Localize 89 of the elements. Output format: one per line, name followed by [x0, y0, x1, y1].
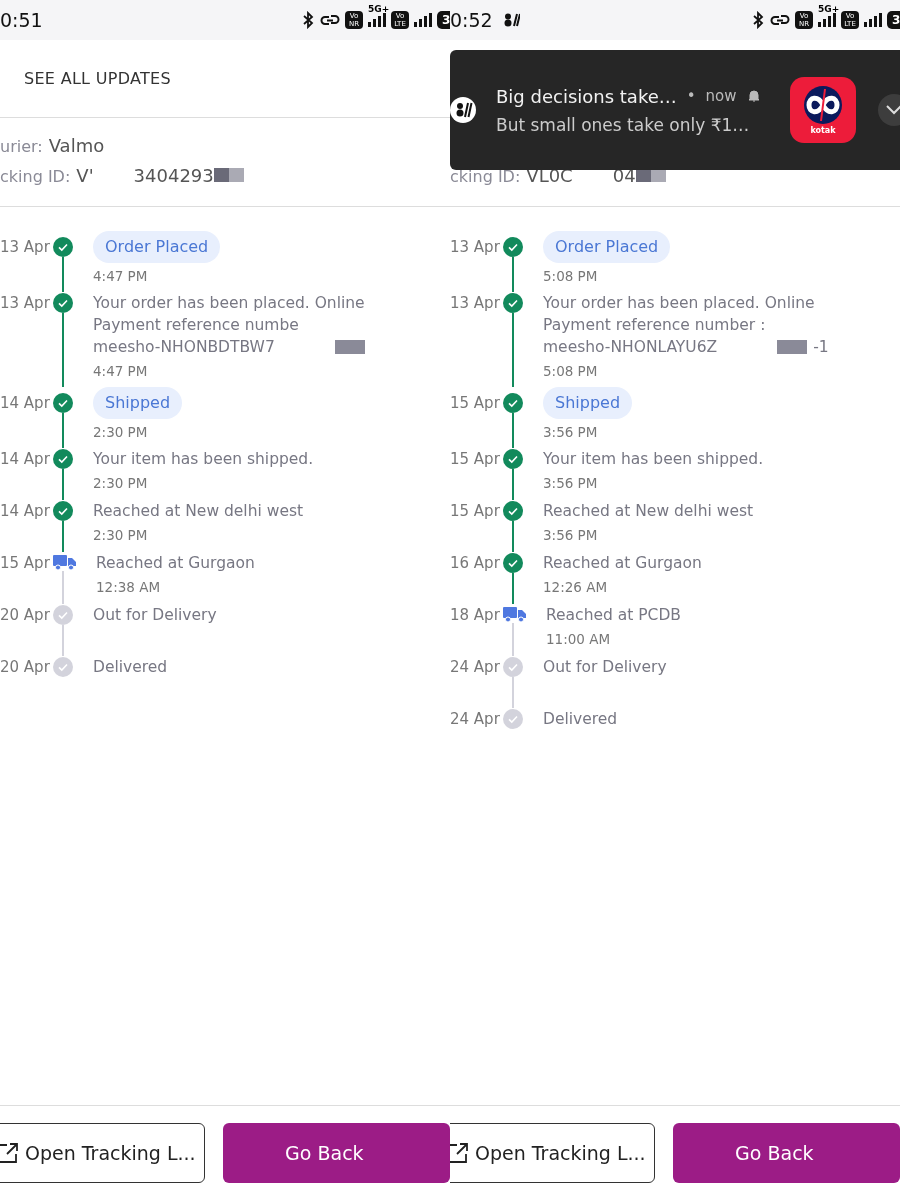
go-back-button[interactable]: Go Back	[672, 1123, 900, 1183]
event-time: 11:00 AM	[546, 630, 611, 649]
signal-icon	[818, 13, 836, 27]
event-time: 2:30 PM	[93, 474, 148, 493]
event-date: 18 Apr	[450, 605, 500, 626]
signal-icon	[368, 13, 386, 27]
event-time: 5:08 PM	[543, 362, 598, 381]
event-title: Reached at Gurgaon	[543, 553, 702, 574]
status-chip: Shipped	[93, 387, 183, 419]
event-time: 12:26 AM	[543, 578, 608, 597]
bluetooth-icon	[301, 11, 315, 29]
courier-label: urier:	[0, 137, 43, 156]
event-time: 4:47 PM	[93, 267, 148, 286]
event-date: 13 Apr	[0, 237, 50, 258]
tracking-id-label: cking ID:	[450, 167, 521, 186]
event-date: 13 Apr	[450, 293, 500, 314]
notification-title: Big decisions take…	[496, 85, 677, 107]
chevron-down-icon	[886, 105, 900, 115]
signal-icon	[864, 13, 882, 27]
event-time: 3:56 PM	[543, 423, 598, 442]
tracking-id-value: V'	[76, 165, 94, 186]
event-time: 3:56 PM	[543, 474, 598, 493]
event-title: Reached at New delhi west	[93, 501, 304, 522]
separator-dot: •	[686, 87, 696, 105]
event-time: 12:38 AM	[96, 578, 161, 597]
link-icon	[320, 13, 340, 27]
event-title: Reached at New delhi west	[543, 501, 754, 522]
status-chip: Order Placed	[93, 231, 221, 263]
go-back-button[interactable]: Go Back	[222, 1123, 450, 1183]
event-time: 2:30 PM	[93, 423, 148, 442]
tracking-id-value: 3404293	[133, 165, 214, 186]
event-title: Out for Delivery	[543, 657, 667, 678]
event-date: 15 Apr	[450, 449, 500, 470]
event-time: 2:30 PM	[93, 526, 148, 545]
status-time: 0:52	[450, 9, 493, 31]
event-title: Delivered	[543, 709, 618, 730]
redaction-block	[777, 340, 808, 354]
event-title: Your item has been shipped.	[93, 449, 314, 470]
event-time: 4:47 PM	[93, 362, 148, 381]
battery-indicator: 3	[887, 11, 900, 29]
payment-reference: meesho-NHONLAYU6Z	[543, 337, 718, 358]
event-date: 15 Apr	[450, 501, 500, 522]
event-date: 20 Apr	[0, 657, 50, 678]
event-title: Reached at PCDB	[546, 605, 681, 626]
notification-body: But small ones take only ₹1…	[496, 114, 751, 135]
open-tracking-link-button[interactable]: Open Tracking L...	[0, 1123, 205, 1183]
event-date: 24 Apr	[450, 709, 500, 730]
see-all-updates-link[interactable]: SEE ALL UPDATES	[24, 69, 171, 88]
event-date: 15 Apr	[450, 393, 500, 414]
event-date: 24 Apr	[450, 657, 500, 678]
event-date: 14 Apr	[0, 501, 50, 522]
network-type: 5G+	[818, 4, 840, 14]
event-date: 13 Apr	[450, 237, 500, 258]
event-title: Your order has been placed. Online Payment reference number :	[543, 293, 816, 336]
event-title: Your item has been shipped.	[543, 449, 764, 470]
event-time: 3:56 PM	[543, 526, 598, 545]
redaction-block	[334, 340, 365, 354]
signal-icon	[414, 13, 432, 27]
payment-reference-suffix: -1	[813, 337, 829, 358]
bell-icon	[746, 89, 761, 103]
event-time: 5:08 PM	[543, 267, 598, 286]
app-icon-label: kotak	[810, 126, 836, 135]
event-date: 13 Apr	[0, 293, 50, 314]
infinity-logo-icon	[803, 85, 843, 125]
bluetooth-icon	[751, 11, 765, 29]
event-title: Delivered	[93, 657, 168, 678]
status-time: 0:51	[0, 9, 43, 31]
courier-name: Valmo	[48, 135, 105, 156]
event-date: 15 Apr	[0, 553, 50, 574]
link-icon	[770, 13, 790, 27]
open-tracking-link-button[interactable]: Open Tracking L...	[450, 1123, 655, 1183]
redaction-block	[213, 168, 244, 182]
external-link-icon	[0, 1142, 19, 1164]
event-date: 14 Apr	[0, 393, 50, 414]
app-logo-icon	[450, 97, 476, 123]
event-date: 20 Apr	[0, 605, 50, 626]
status-chip: Order Placed	[543, 231, 671, 263]
notification-time: now	[705, 87, 737, 105]
payment-reference: meesho-NHONBDTBW7	[93, 337, 275, 358]
event-title: Out for Delivery	[93, 605, 217, 626]
network-type: 5G+	[368, 4, 390, 14]
event-title: Reached at Gurgaon	[96, 553, 255, 574]
event-date: 16 Apr	[450, 553, 500, 574]
status-chip: Shipped	[543, 387, 633, 419]
notification-banner[interactable]: Big decisions take… • now But small ones take only ₹1… kotak	[450, 50, 900, 170]
external-link-icon	[450, 1142, 469, 1164]
tracking-id-label: cking ID:	[0, 167, 71, 186]
event-date: 14 Apr	[0, 449, 50, 470]
battery-indicator: 3	[437, 11, 450, 29]
